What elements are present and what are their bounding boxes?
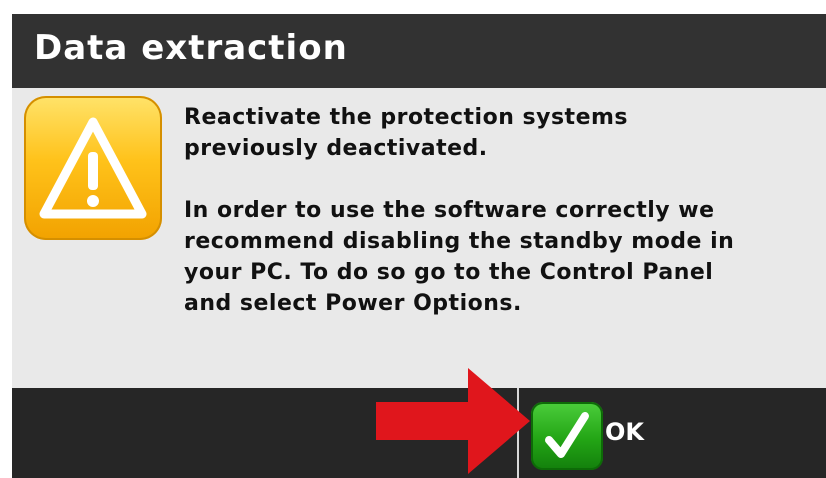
warning-icon	[24, 96, 162, 240]
message-line-1: Reactivate the protection systems previo…	[184, 105, 629, 161]
message-line-2: In order to use the software correctly w…	[184, 198, 735, 316]
dialog: Data extraction Reactivate the protectio…	[12, 14, 826, 478]
ok-label: OK	[605, 418, 644, 446]
dialog-footer: OK	[12, 388, 826, 478]
title-bar: Data extraction	[12, 14, 826, 88]
dialog-title: Data extraction	[34, 28, 348, 68]
dialog-message: Reactivate the protection systems previo…	[184, 102, 784, 319]
ok-button[interactable]: OK	[517, 388, 826, 478]
checkmark-icon	[531, 402, 603, 470]
